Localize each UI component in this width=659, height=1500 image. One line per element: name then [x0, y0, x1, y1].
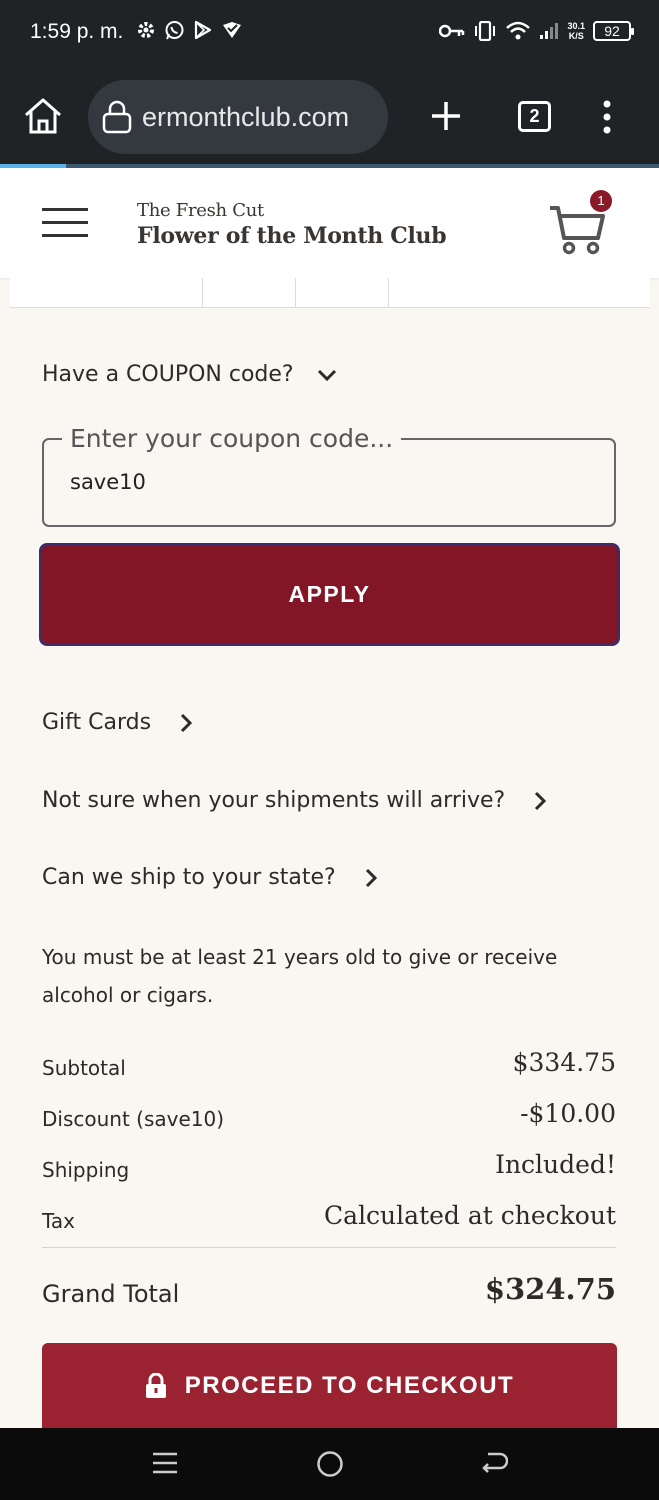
- settings-icon: [138, 22, 154, 38]
- vibrate-icon: [475, 21, 496, 41]
- gift-cards-label: Gift Cards: [42, 710, 152, 735]
- wifi-icon: [506, 21, 531, 40]
- browser-toolbar: ermonthclub.com 2: [0, 66, 659, 164]
- notification-icons: [136, 20, 243, 41]
- shield-check-icon: [223, 22, 241, 38]
- totals-row-subtotal: Subtotal $334.75: [42, 1044, 616, 1095]
- lock-icon: [102, 100, 132, 134]
- back-icon[interactable]: [480, 1450, 508, 1476]
- checkout-label: PROCEED TO CHECKOUT: [184, 1371, 515, 1399]
- cart-count-badge: 1: [590, 190, 612, 212]
- totals-divider: [42, 1247, 616, 1248]
- proceed-to-checkout-button[interactable]: PROCEED TO CHECKOUT: [42, 1343, 617, 1428]
- logo-line1: The Fresh Cut: [137, 200, 264, 221]
- ship-to-state-link[interactable]: Can we ship to your state?: [42, 865, 378, 890]
- network-speed: 30.1 K/S: [567, 21, 585, 41]
- cart-table-fragment: [10, 278, 650, 308]
- totals-label: Shipping: [42, 1158, 130, 1182]
- battery-indicator: 92: [593, 21, 634, 41]
- totals-label: Tax: [42, 1209, 75, 1233]
- totals-table: Subtotal $334.75 Discount (save10) -$10.…: [42, 1044, 616, 1248]
- totals-row-discount: Discount (save10) -$10.00: [42, 1095, 616, 1146]
- ship-to-state-label: Can we ship to your state?: [42, 865, 336, 890]
- age-notice: You must be at least 21 years old to giv…: [42, 945, 558, 1007]
- url-text[interactable]: ermonthclub.com: [142, 102, 378, 133]
- network-speed-unit: K/S: [568, 31, 584, 41]
- play-store-icon: [194, 20, 212, 40]
- apply-button[interactable]: APPLY: [39, 543, 620, 646]
- cart-icon[interactable]: [548, 204, 606, 256]
- home-nav-icon[interactable]: [316, 1450, 344, 1478]
- totals-label: Subtotal: [42, 1056, 126, 1080]
- lock-icon: [145, 1372, 166, 1398]
- recent-apps-icon[interactable]: [152, 1450, 178, 1476]
- shipments-arrival-label: Not sure when your shipments will arrive…: [42, 788, 506, 813]
- tab-switcher-button[interactable]: 2: [518, 101, 551, 132]
- shipments-arrival-link[interactable]: Not sure when your shipments will arrive…: [42, 788, 547, 813]
- system-nav-bar: [0, 1428, 659, 1500]
- totals-amount: $334.75: [512, 1048, 616, 1077]
- home-icon[interactable]: [22, 96, 64, 136]
- cart-summary: Have a COUPON code? Enter your coupon co…: [0, 318, 659, 1428]
- network-speed-value: 30.1: [567, 21, 585, 31]
- new-tab-icon[interactable]: [430, 100, 462, 132]
- status-time: 1:59 p. m.: [30, 20, 124, 43]
- gift-cards-link[interactable]: Gift Cards: [42, 710, 193, 735]
- menu-icon[interactable]: [42, 208, 88, 247]
- site-logo[interactable]: The Fresh Cut Flower of the Month Club: [137, 200, 447, 249]
- totals-amount: Included!: [495, 1150, 616, 1179]
- totals-amount: Calculated at checkout: [324, 1201, 616, 1230]
- chevron-right-icon: [181, 713, 193, 732]
- coupon-input-value[interactable]: save10: [70, 470, 146, 494]
- coupon-field[interactable]: Enter your coupon code... save10: [42, 424, 616, 527]
- signal-icon: [540, 23, 559, 39]
- chevron-down-icon: [317, 369, 336, 381]
- chevron-right-icon: [535, 791, 547, 810]
- logo-line2: Flower of the Month Club: [137, 223, 447, 249]
- totals-row-tax: Tax Calculated at checkout: [42, 1197, 616, 1248]
- whatsapp-icon: [165, 21, 184, 40]
- coupon-field-label: Enter your coupon code...: [62, 424, 402, 453]
- coupon-toggle-label: Have a COUPON code?: [42, 362, 294, 387]
- key-icon: [439, 24, 465, 38]
- grand-total-row: Grand Total $324.75: [42, 1268, 616, 1318]
- coupon-toggle[interactable]: Have a COUPON code?: [42, 362, 338, 387]
- more-menu-icon[interactable]: [600, 100, 614, 134]
- totals-label: Discount (save10): [42, 1107, 225, 1131]
- totals-amount: -$10.00: [520, 1099, 616, 1128]
- site-header: The Fresh Cut Flower of the Month Club: [0, 168, 659, 278]
- status-bar: 1:59 p. m. 30.1 K/S 92: [0, 0, 659, 66]
- grand-total-amount: $324.75: [484, 1272, 616, 1306]
- totals-row-shipping: Shipping Included!: [42, 1146, 616, 1197]
- system-icons: 30.1 K/S 92: [439, 20, 634, 42]
- chevron-right-icon: [365, 868, 377, 887]
- address-bar[interactable]: ermonthclub.com: [88, 80, 388, 154]
- grand-total-label: Grand Total: [42, 1280, 180, 1308]
